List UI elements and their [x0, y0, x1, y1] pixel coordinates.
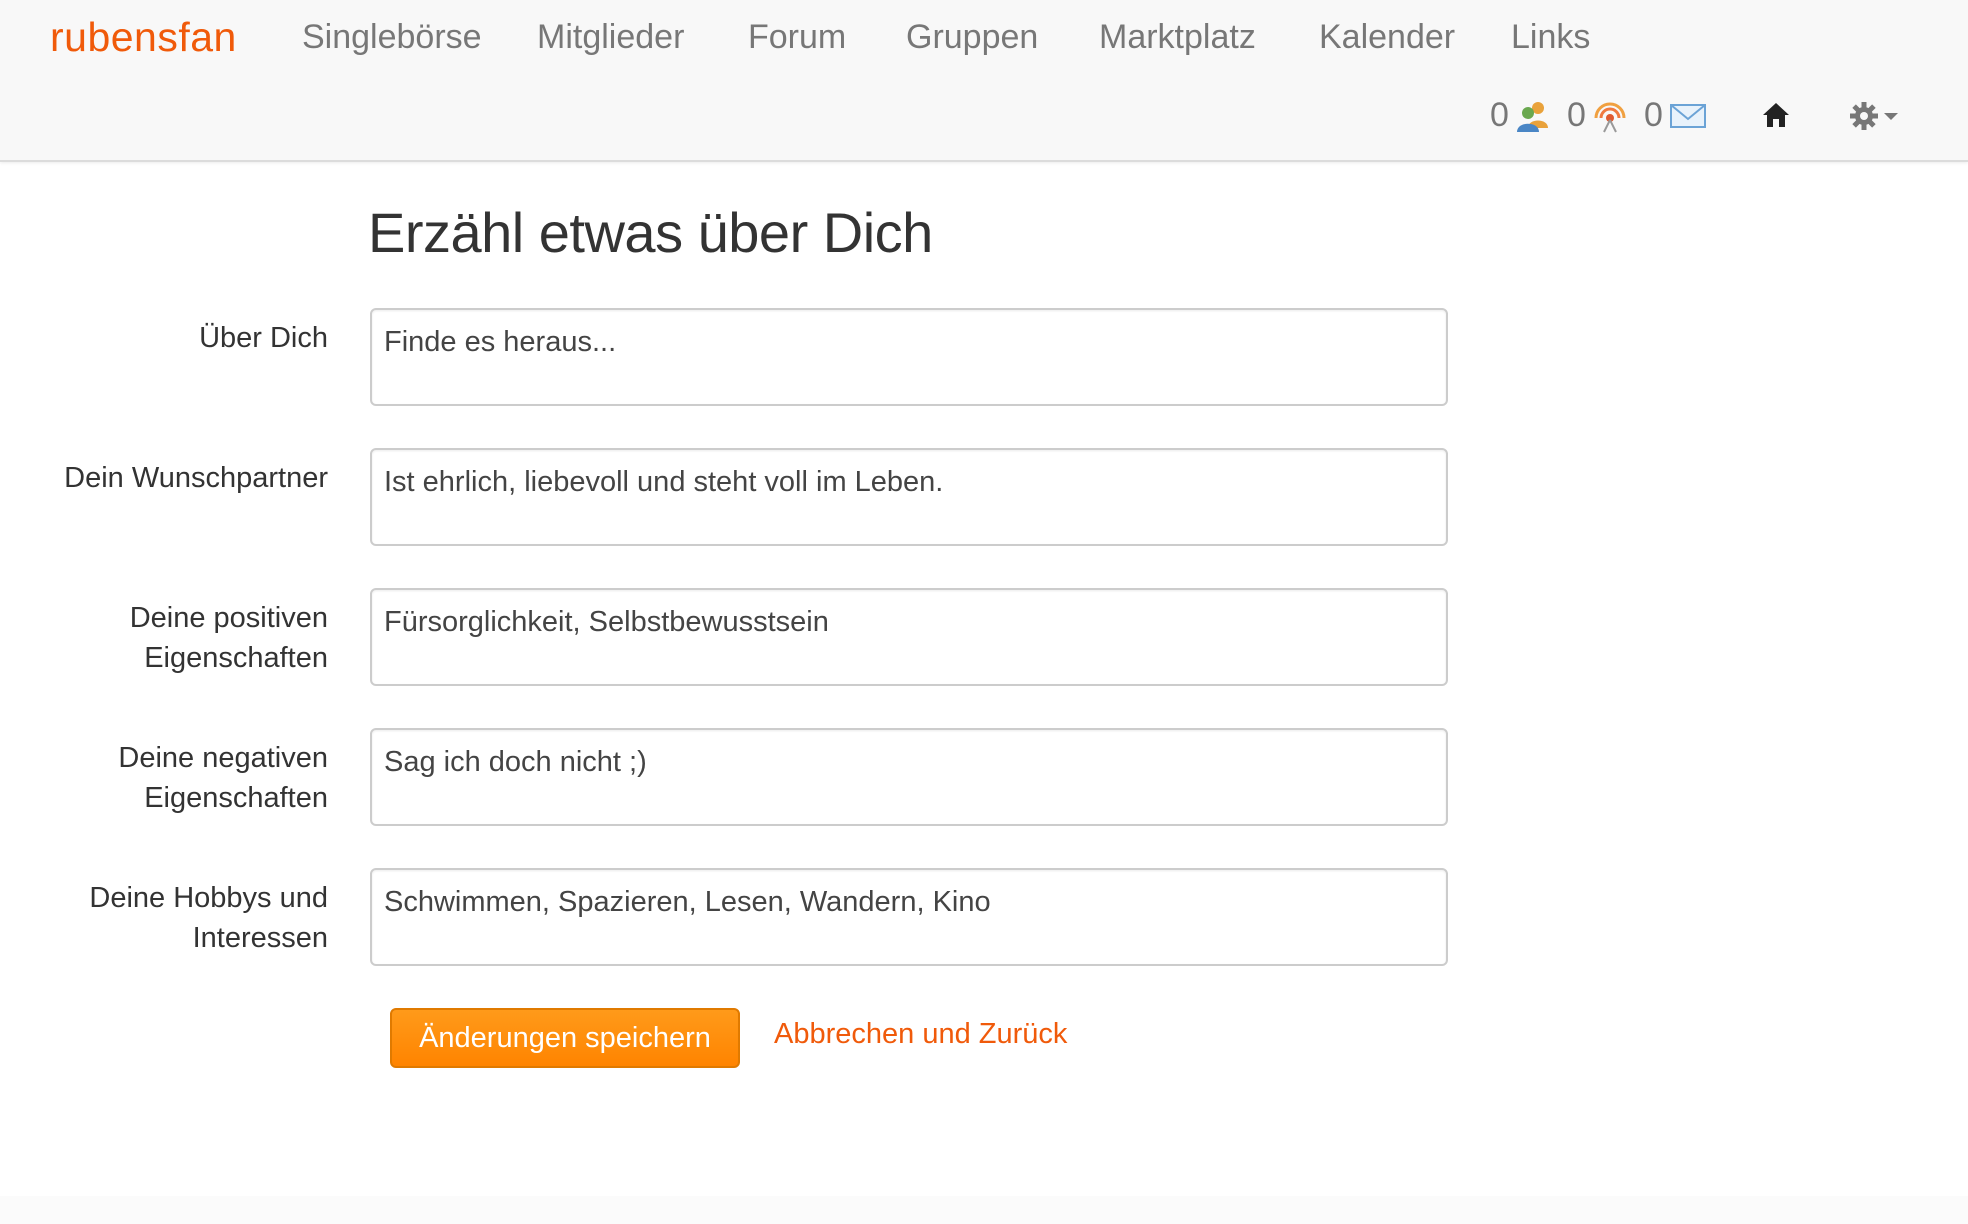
negative-traits-textarea[interactable]: Sag ich doch nicht ;) [370, 728, 1448, 826]
page-footer-strip [0, 1196, 1968, 1224]
cancel-and-back-link[interactable]: Abbrechen und Zurück [774, 1018, 1067, 1051]
caret-down-icon [1884, 113, 1898, 120]
negative-traits-label: Deine negativen Eigenschaften [118, 742, 328, 814]
settings-dropdown[interactable] [1848, 100, 1898, 132]
brand-logo-link[interactable]: rubensfan [50, 14, 237, 61]
nav-link-links[interactable]: Links [1511, 18, 1590, 57]
top-navbar: rubensfan Singlebörse Mitglieder Forum G… [0, 0, 1968, 162]
about-you-label: Über Dich [199, 322, 328, 354]
hobbies-label: Deine Hobbys und Interessen [89, 882, 328, 954]
nav-link-mitglieder[interactable]: Mitglieder [537, 18, 684, 57]
gear-icon [1850, 102, 1878, 130]
mail-icon [1669, 103, 1706, 128]
about-you-textarea[interactable]: Finde es heraus... [370, 308, 1448, 406]
visitors-count: 0 [1567, 96, 1586, 134]
nav-link-kalender[interactable]: Kalender [1319, 18, 1455, 57]
desired-partner-textarea[interactable]: Ist ehrlich, liebevoll und steht voll im… [370, 448, 1448, 546]
positive-traits-textarea[interactable]: Fürsorglichkeit, Selbstbewusstsein [370, 588, 1448, 686]
nav-link-gruppen[interactable]: Gruppen [906, 18, 1038, 57]
contacts-counter[interactable]: 0 [1490, 96, 1551, 135]
save-changes-button[interactable]: Änderungen speichern [390, 1008, 740, 1068]
home-icon[interactable] [1761, 100, 1791, 130]
desired-partner-label: Dein Wunschpartner [64, 462, 328, 494]
contacts-count: 0 [1490, 96, 1509, 134]
messages-counter[interactable]: 0 [1644, 96, 1707, 135]
messages-count: 0 [1644, 96, 1663, 134]
nav-link-marktplatz[interactable]: Marktplatz [1099, 18, 1256, 57]
nav-link-forum[interactable]: Forum [748, 18, 846, 57]
visitors-counter[interactable]: 0 [1567, 96, 1628, 135]
nav-link-singleboerse[interactable]: Singlebörse [302, 18, 482, 57]
visitors-icon [1594, 102, 1626, 132]
contacts-icon [1516, 101, 1548, 132]
positive-traits-label: Deine positiven Eigenschaften [129, 602, 328, 674]
page-title: Erzähl etwas über Dich [368, 201, 933, 264]
hobbies-textarea[interactable]: Schwimmen, Spazieren, Lesen, Wandern, Ki… [370, 868, 1448, 966]
